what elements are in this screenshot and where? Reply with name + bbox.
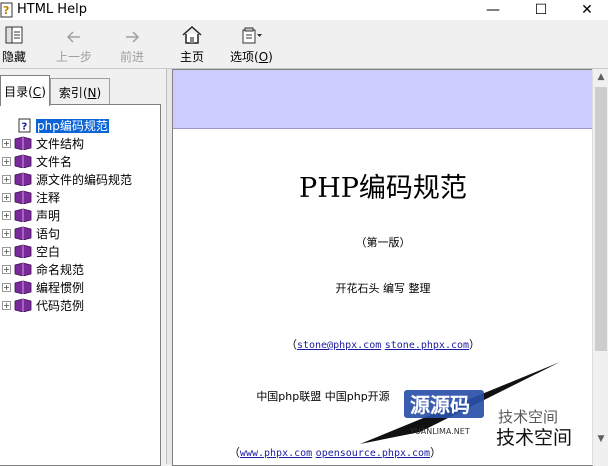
tree-item-label: 注释 [36, 190, 61, 205]
tab-index[interactable]: 索引(N) [50, 78, 110, 105]
book-icon [14, 226, 32, 240]
forward-arrow-icon [123, 23, 141, 45]
tree-item[interactable]: + 文件结构 [0, 134, 158, 152]
tree-item[interactable]: + 语句 [0, 224, 158, 242]
watermark-latin: YUANLIMA.NET [409, 427, 470, 436]
tab-index-label: 索引(N) [58, 85, 102, 100]
home-label: 主页 [180, 50, 205, 64]
scroll-thumb[interactable] [595, 87, 607, 351]
hide-label: 隐藏 [2, 50, 27, 64]
phpx-link[interactable]: www.phpx.com [240, 448, 312, 459]
site-link[interactable]: stone.phpx.com [385, 340, 469, 351]
svg-text:?: ? [22, 121, 28, 132]
expand-plus-icon[interactable]: + [2, 138, 11, 148]
toolbar: 隐藏 上一步 前进 主页 选项(O) [0, 20, 608, 69]
expand-plus-icon[interactable]: + [2, 156, 11, 166]
tree-root-label: php编码规范 [36, 118, 109, 133]
navigation-pane: 目录(C) 索引(N) ? php编码规范 + 文件结构 + 文件名 + 源文件的编码规范… [0, 69, 166, 466]
tree-item-label: 编程惯例 [36, 280, 85, 295]
forward-button[interactable]: 前进 [120, 23, 144, 65]
tree-item[interactable]: + 注释 [0, 188, 158, 206]
minimize-button[interactable]: — [470, 0, 516, 20]
book-icon [14, 298, 32, 312]
expand-plus-icon[interactable]: + [2, 228, 11, 238]
tree-item-label: 文件名 [36, 154, 73, 169]
watermark-slogan: 技术空间 [496, 427, 572, 449]
maximize-button[interactable]: ☐ [518, 0, 564, 20]
book-icon [14, 190, 32, 204]
book-icon [14, 136, 32, 150]
tree-item[interactable]: + 代码范例 [0, 296, 158, 314]
book-icon [14, 172, 32, 186]
options-button[interactable]: 选项(O) [230, 23, 273, 65]
tree-item[interactable]: + 源文件的编码规范 [0, 170, 158, 188]
document-edition: （第一版） [355, 236, 411, 249]
watermark-logo: 源源码 技术空间 技术空间 YUANLIMA.NET [360, 362, 572, 449]
tree-item[interactable]: + 空白 [0, 242, 158, 260]
watermark-slogan-small: 技术空间 [498, 408, 558, 426]
book-icon [14, 154, 32, 168]
tree-item-label: 语句 [36, 226, 61, 241]
window-title: HTML Help [17, 2, 87, 17]
tree-item-label: 文件结构 [36, 136, 85, 151]
contents-tree: ? php编码规范 + 文件结构 + 文件名 + 源文件的编码规范 + 注释 + 声明 + 语句 + 空白… [0, 104, 161, 466]
tab-contents[interactable]: 目录(C) [0, 75, 50, 106]
tree-item-label: 声明 [36, 208, 61, 223]
help-topic-icon: ? [18, 118, 31, 132]
hide-button[interactable]: 隐藏 [2, 23, 26, 65]
close-button[interactable]: ✕ [564, 0, 608, 20]
expand-plus-icon[interactable]: + [2, 264, 11, 274]
svg-text:?: ? [3, 4, 9, 17]
home-button[interactable]: 主页 [180, 23, 204, 65]
expand-plus-icon[interactable]: + [2, 282, 11, 292]
title-bar: ? HTML Help — ☐ ✕ [0, 0, 608, 20]
tab-contents-label: 目录(C) [4, 84, 46, 99]
back-arrow-icon [65, 23, 83, 45]
email-link[interactable]: stone@phpx.com [297, 340, 381, 351]
header-banner [173, 70, 593, 129]
forward-label: 前进 [120, 50, 145, 64]
expand-plus-icon[interactable]: + [2, 246, 11, 256]
tree-item-label: 命名规范 [36, 262, 85, 277]
book-icon [14, 262, 32, 276]
tree-item[interactable]: + 编程惯例 [0, 278, 158, 296]
watermark-brand: 源源码 [410, 393, 470, 417]
book-icon [14, 280, 32, 294]
home-icon [181, 23, 203, 45]
tree-item[interactable]: + 声明 [0, 206, 158, 224]
hide-pane-icon [3, 23, 25, 45]
tree-item-label: 源文件的编码规范 [36, 172, 133, 187]
tree-item[interactable]: + 文件名 [0, 152, 158, 170]
expand-plus-icon[interactable]: + [2, 192, 11, 202]
tree-item[interactable]: + 命名规范 [0, 260, 158, 278]
document-title: PHP编码规范 [299, 173, 467, 204]
book-icon [14, 244, 32, 258]
scroll-up-arrow-icon[interactable]: ▲ [593, 69, 608, 85]
expand-plus-icon[interactable]: + [2, 300, 11, 310]
tree-item-label: 空白 [36, 244, 61, 259]
help-app-icon: ? [0, 2, 13, 18]
expand-plus-icon[interactable]: + [2, 174, 11, 184]
back-label: 上一步 [56, 50, 93, 64]
tree-root[interactable]: ? php编码规范 [0, 116, 158, 134]
contact-line: （stone@phpx.com stone.phpx.com） [285, 338, 481, 351]
options-label: 选项(O) [230, 50, 273, 64]
document-authors: 开花石头 编写 整理 [335, 282, 431, 295]
back-button[interactable]: 上一步 [56, 23, 92, 65]
tree-item-label: 代码范例 [36, 298, 85, 313]
book-icon [14, 208, 32, 222]
expand-plus-icon[interactable]: + [2, 210, 11, 220]
options-icon [239, 23, 263, 45]
